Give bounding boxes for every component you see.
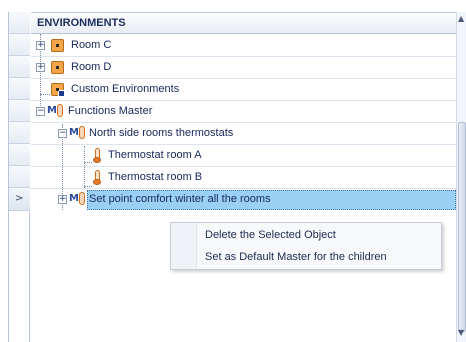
context-menu-icon-strip bbox=[171, 223, 197, 269]
current-row-indicator-icon: > bbox=[15, 193, 24, 204]
row-header-cell[interactable] bbox=[9, 78, 30, 100]
collapse-icon[interactable]: − bbox=[36, 107, 45, 116]
collapse-icon[interactable]: − bbox=[58, 129, 67, 138]
row-header-cell[interactable] bbox=[9, 56, 30, 78]
functions-master-icon: M bbox=[69, 192, 87, 207]
context-menu-item-delete-selected-object[interactable]: Delete the Selected Object bbox=[205, 229, 336, 241]
tree-node-label: Thermostat room B bbox=[108, 171, 203, 183]
row-header-cell[interactable] bbox=[9, 100, 30, 122]
environment-icon bbox=[51, 39, 64, 52]
tree-node-thermostat-room-a[interactable]: Thermostat room A bbox=[31, 145, 456, 167]
vertical-scrollbar[interactable]: ▲ ▼ bbox=[456, 12, 466, 342]
tree-grid-panel: ENVIRONMENTS > + Room C + Room D Custom … bbox=[0, 0, 466, 342]
tree-node-thermostat-room-b[interactable]: Thermostat room B bbox=[31, 167, 456, 189]
custom-environment-icon bbox=[51, 83, 65, 97]
scroll-up-arrow-icon[interactable]: ▲ bbox=[458, 14, 464, 23]
tree-node-label: Thermostat room A bbox=[108, 149, 202, 161]
column-header-label: ENVIRONMENTS bbox=[37, 17, 126, 29]
expand-icon[interactable]: + bbox=[58, 195, 67, 204]
expand-icon[interactable]: + bbox=[36, 41, 45, 50]
tree-node-label: Functions Master bbox=[68, 105, 153, 117]
context-menu-item-set-default-master[interactable]: Set as Default Master for the children bbox=[205, 251, 387, 263]
environment-icon bbox=[51, 61, 64, 74]
scroll-down-arrow-icon[interactable]: ▼ bbox=[458, 328, 464, 337]
row-header-cell[interactable] bbox=[9, 12, 30, 34]
tree-node-set-point-comfort-winter[interactable]: + M Set point comfort winter all the roo… bbox=[31, 189, 456, 211]
tree-node-north-side-rooms-thermostats[interactable]: − M North side rooms thermostats bbox=[31, 123, 456, 145]
functions-master-icon: M bbox=[69, 126, 87, 141]
column-header[interactable]: ENVIRONMENTS bbox=[31, 12, 456, 34]
row-header-cell[interactable] bbox=[9, 166, 30, 188]
tree-node-functions-master[interactable]: − M Functions Master bbox=[31, 101, 456, 123]
scrollbar-thumb[interactable] bbox=[458, 122, 466, 332]
tree-node-label: Room D bbox=[71, 61, 112, 73]
row-header-cell-current[interactable]: > bbox=[9, 188, 30, 211]
expand-icon[interactable]: + bbox=[36, 63, 45, 72]
tree-node-room-c[interactable]: + Room C bbox=[31, 35, 456, 57]
functions-master-icon: M bbox=[47, 104, 65, 119]
tree-node-room-d[interactable]: + Room D bbox=[31, 57, 456, 79]
context-menu: Delete the Selected Object Set as Defaul… bbox=[170, 222, 442, 270]
row-header-cell[interactable] bbox=[9, 144, 30, 166]
thermostat-icon bbox=[93, 148, 101, 163]
tree-node-custom-environments[interactable]: Custom Environments bbox=[31, 79, 456, 101]
row-header-cell[interactable] bbox=[9, 122, 30, 144]
row-header-gutter: > bbox=[8, 12, 30, 342]
tree-node-label: Set point comfort winter all the rooms bbox=[89, 193, 271, 205]
tree-node-label: North side rooms thermostats bbox=[89, 127, 234, 139]
row-header-cell[interactable] bbox=[9, 34, 30, 56]
tree-node-label: Room C bbox=[71, 39, 112, 51]
tree-node-label: Custom Environments bbox=[71, 83, 180, 95]
thermostat-icon bbox=[93, 170, 101, 185]
